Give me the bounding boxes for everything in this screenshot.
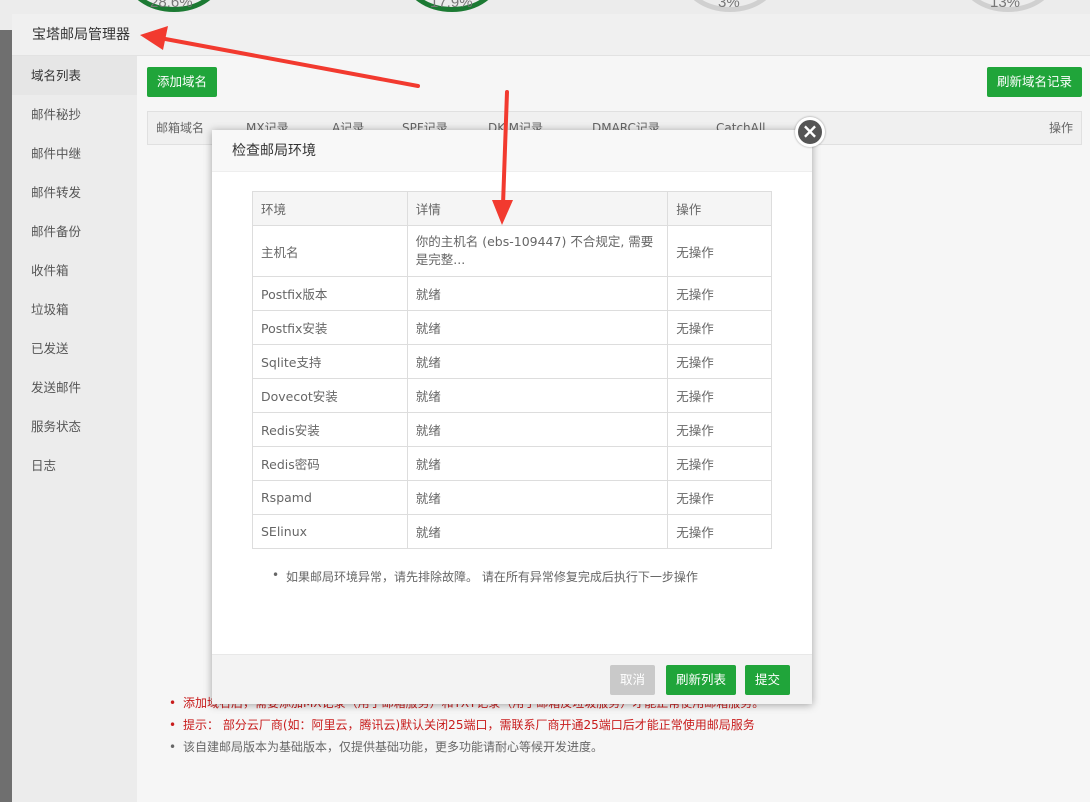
env-detail-ready: 就绪 xyxy=(406,378,669,413)
table-row: Postfix版本 就绪 无操作 xyxy=(252,276,772,311)
sidebar-item-sent[interactable]: 已发送 xyxy=(12,329,137,368)
add-domain-button[interactable]: 添加域名 xyxy=(147,67,218,97)
sidebar-item-mail-backup[interactable]: 邮件备份 xyxy=(12,212,137,251)
gauge-value: 17.9% xyxy=(430,0,473,11)
column-header: 操作 xyxy=(667,191,772,226)
column-header[interactable]: 邮箱域名 xyxy=(156,112,204,144)
note-item: 该自建邮局版本为基础版本，仅提供基础功能，更多功能请耐心等候开发进度。 xyxy=(167,736,764,758)
env-name: Dovecot安装 xyxy=(252,378,408,413)
column-header[interactable]: 操作 xyxy=(1049,112,1073,144)
gauge-value: 13% xyxy=(990,0,1021,11)
dialog-note: 如果邮局环境异常，请先排除故障。 请在所有异常修复完成后执行下一步操作 xyxy=(270,568,698,585)
env-name: Postfix安装 xyxy=(252,310,408,345)
sidebar-item-logs[interactable]: 日志 xyxy=(12,446,137,485)
env-detail-ready: 就绪 xyxy=(406,344,669,379)
dialog-footer: 取消 刷新列表 提交 xyxy=(212,654,812,704)
env-action: 无操作 xyxy=(667,514,772,549)
close-icon[interactable]: × xyxy=(795,117,825,147)
check-environment-dialog: 检查邮局环境 × 环境 详情 操作 主机名 你的主机名 (ebs-109447)… xyxy=(212,117,825,704)
table-row: SElinux 就绪 无操作 xyxy=(252,514,772,549)
sidebar-item-domain-list[interactable]: 域名列表 xyxy=(12,56,137,95)
env-name: 主机名 xyxy=(252,225,408,277)
env-name: Redis密码 xyxy=(252,446,408,481)
env-action: 无操作 xyxy=(667,412,772,447)
env-detail-ready: 就绪 xyxy=(406,446,669,481)
env-action: 无操作 xyxy=(667,310,772,345)
table-header-row: 环境 详情 操作 xyxy=(252,191,772,226)
table-row: Rspamd 就绪 无操作 xyxy=(252,480,772,515)
table-row: Redis密码 就绪 无操作 xyxy=(252,446,772,481)
note-item: 提示： 部分云厂商(如：阿里云，腾讯云)默认关闭25端口，需联系厂商开通25端口… xyxy=(167,714,764,736)
env-action: 无操作 xyxy=(667,344,772,379)
refresh-list-button[interactable]: 刷新列表 xyxy=(666,665,737,695)
sidebar-item-send-mail[interactable]: 发送邮件 xyxy=(12,368,137,407)
gauge-value: 3% xyxy=(718,0,740,11)
sidebar-item-junk[interactable]: 垃圾箱 xyxy=(12,290,137,329)
submit-button[interactable]: 提交 xyxy=(745,665,791,695)
env-detail-ready: 就绪 xyxy=(406,310,669,345)
sidebar-item-mail-bcc[interactable]: 邮件秘抄 xyxy=(12,95,137,134)
sidebar: 域名列表 邮件秘抄 邮件中继 邮件转发 邮件备份 收件箱 垃圾箱 已发送 发送邮… xyxy=(12,56,137,802)
env-detail-ready: 就绪 xyxy=(406,276,669,311)
environment-table: 环境 详情 操作 主机名 你的主机名 (ebs-109447) 不合规定, 需要… xyxy=(252,191,772,549)
sidebar-item-inbox[interactable]: 收件箱 xyxy=(12,251,137,290)
sidebar-item-mail-forward[interactable]: 邮件转发 xyxy=(12,173,137,212)
env-name: Rspamd xyxy=(252,480,408,515)
table-row: 主机名 你的主机名 (ebs-109447) 不合规定, 需要是完整... 无操… xyxy=(252,225,772,277)
env-action: 无操作 xyxy=(667,225,772,277)
panel-title: 宝塔邮局管理器 xyxy=(12,14,1090,56)
env-detail-ready: 就绪 xyxy=(406,480,669,515)
env-detail-error: 你的主机名 (ebs-109447) 不合规定, 需要是完整... xyxy=(406,225,669,277)
sidebar-item-service-status[interactable]: 服务状态 xyxy=(12,407,137,446)
env-name: Postfix版本 xyxy=(252,276,408,311)
table-row: Redis安装 就绪 无操作 xyxy=(252,412,772,447)
table-row: Dovecot安装 就绪 无操作 xyxy=(252,378,772,413)
table-row: Postfix安装 就绪 无操作 xyxy=(252,310,772,345)
column-header: 详情 xyxy=(406,191,669,226)
cancel-button[interactable]: 取消 xyxy=(610,665,656,695)
env-action: 无操作 xyxy=(667,446,772,481)
env-name: SElinux xyxy=(252,514,408,549)
env-action: 无操作 xyxy=(667,276,772,311)
env-detail-ready: 就绪 xyxy=(406,412,669,447)
env-detail-ready: 就绪 xyxy=(406,514,669,549)
env-action: 无操作 xyxy=(667,378,772,413)
dialog-title: 检查邮局环境 xyxy=(212,130,812,172)
env-name: Sqlite支持 xyxy=(252,344,408,379)
gauge-value: 28.6% xyxy=(150,0,193,11)
env-name: Redis安装 xyxy=(252,412,408,447)
refresh-domain-records-button[interactable]: 刷新域名记录 xyxy=(986,67,1082,97)
sidebar-item-mail-relay[interactable]: 邮件中继 xyxy=(12,134,137,173)
table-row: Sqlite支持 就绪 无操作 xyxy=(252,344,772,379)
column-header: 环境 xyxy=(252,191,408,226)
env-action: 无操作 xyxy=(667,480,772,515)
